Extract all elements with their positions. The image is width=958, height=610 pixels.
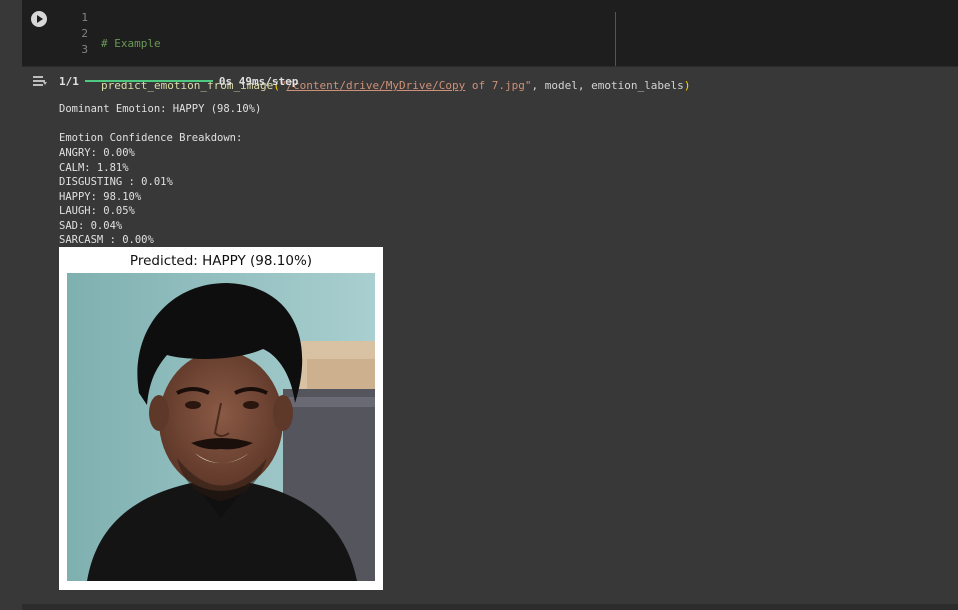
- emotion-line: CALM: 1.81%: [59, 161, 129, 174]
- emotion-line: ANGRY: 0.00%: [59, 147, 135, 159]
- emotion-line: LAUGH: 0.05%: [59, 205, 135, 217]
- dominant-emotion-text: Dominant Emotion: HAPPY (98.10%): [59, 103, 262, 115]
- emotion-line: DISGUSTING : 0.01%: [59, 176, 173, 188]
- line-number-gutter: 1 2 3: [66, 10, 88, 58]
- code-line-1: # Example: [101, 36, 690, 52]
- progress-step: 1/1: [59, 74, 79, 88]
- progress-bar: [84, 80, 213, 82]
- prediction-figure: Predicted: HAPPY (98.10%): [59, 247, 383, 590]
- progress-timing: 0s 49ms/step: [218, 74, 299, 88]
- emotion-line: SARCASM : 0.00%: [59, 234, 154, 246]
- file-path-rest: of 7.jpg: [465, 79, 525, 92]
- file-path-link[interactable]: /content/drive/MyDrive/Copy: [286, 79, 465, 92]
- line-number: 3: [81, 43, 88, 56]
- text-cursor: [615, 12, 616, 66]
- bottom-divider: [22, 604, 958, 610]
- function-args: , model, emotion_labels: [531, 79, 684, 92]
- emotion-line: SAD: 0.04%: [59, 219, 123, 232]
- figure-title: Predicted: HAPPY (98.10%): [129, 253, 313, 269]
- emotion-line: HAPPY: 98.10%: [59, 190, 142, 203]
- face-photo: [67, 273, 375, 581]
- paren-close: ): [683, 79, 691, 92]
- line-number: 1: [81, 11, 88, 24]
- output-toggle-icon[interactable]: [31, 74, 47, 88]
- progress-bar-fill: [84, 80, 213, 82]
- progress-line: 1/1 0s 49ms/step: [59, 74, 298, 88]
- line-number: 2: [81, 27, 88, 40]
- cell-divider: [22, 66, 958, 67]
- code-comment: # Example: [101, 37, 161, 50]
- run-cell-button[interactable]: [31, 11, 47, 27]
- breakdown-header: Emotion Confidence Breakdown:: [59, 132, 243, 144]
